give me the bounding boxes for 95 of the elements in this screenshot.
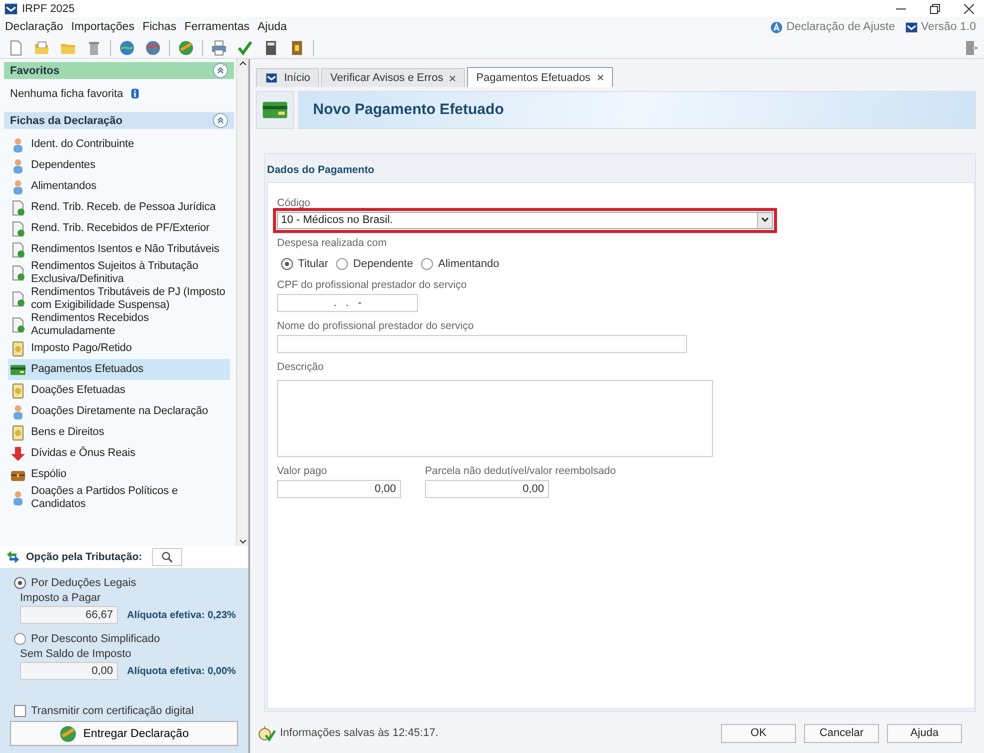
collapse-icon[interactable] [217,117,224,124]
cpf-field[interactable]: . . - [277,294,418,312]
tab[interactable]: Verificar Avisos e Erros [321,68,466,87]
sidebar-item[interactable]: Ident. do Contribuinte [8,134,230,155]
app-logo-icon [905,20,918,34]
document-icon [10,220,26,236]
search-button[interactable] [152,548,182,566]
radio-button[interactable] [336,258,348,270]
menu-item[interactable]: Fichas [140,21,182,33]
expense-option-label: Alimentando [438,258,500,270]
info-icon [129,88,142,100]
sidebar-item[interactable]: Rend. Trib. Recebidos de PF/Exterior [8,218,230,239]
page-title: Novo Pagamento Efetuado [298,91,976,129]
tab[interactable]: Início [256,68,320,87]
menu-item[interactable]: Ferramentas [182,21,256,33]
expense-option-label: Dependente [353,258,414,270]
tributacao-title: Opção pela Tributação: [26,551,142,563]
letter-a-badge-icon [770,20,784,34]
radio-button[interactable] [281,258,293,270]
coin-icon [10,382,26,398]
field-label: Valor pago [277,464,328,477]
digital-cert-checkbox[interactable]: Transmitir com certificação digital [0,699,248,719]
radio-button[interactable] [421,258,434,270]
name-field[interactable] [277,334,687,353]
coin-icon [10,424,26,440]
field-label: Nome do profissional prestador do serviço [277,320,475,332]
field-label: CPF do profissional prestador do serviço [277,278,468,291]
sidebar-item[interactable]: Rendimentos Sujeitos à Tributação Exclusiva/Definitiva [8,260,230,286]
result-label: Sem Saldo de Imposto [19,648,132,660]
document-icon [10,291,26,307]
close-icon[interactable] [596,74,604,81]
dialog-button[interactable]: Cancelar [804,724,879,743]
description-field[interactable] [277,380,713,457]
saved-check-icon [258,724,276,742]
sidebar-item[interactable]: Dívidas e Ônus Reais [8,443,230,464]
tax-option-label: Por Desconto Simplificado [31,632,160,644]
field-label: Despesa realizada com [277,236,388,249]
restore-icon[interactable] [930,4,940,14]
scroll-down-icon[interactable] [238,538,246,546]
document-icon [10,317,26,333]
expense-option-label: Titular [298,258,328,270]
chevron-down-icon [761,217,769,224]
menu-item[interactable]: Ajuda [256,21,293,33]
tax-option-label: Por Deduções Legais [31,576,136,588]
amount-field[interactable]: 0,00 [277,480,401,498]
menu-item[interactable]: Importações [69,21,140,33]
radio-button[interactable] [14,632,26,644]
sidebar-item[interactable]: Rendimentos Tributáveis de PJ (Imposto com Exigibilidade Suspensa) [8,286,230,312]
collapse-icon[interactable] [217,67,224,74]
sidebar-item[interactable]: Rendimentos Recebidos Acumuladamente [8,312,230,338]
document-icon [10,242,26,258]
field-label: Código [277,196,312,209]
swap-arrows-icon [6,550,20,564]
amount-field[interactable]: 0,00 [20,662,118,680]
status-message: Informações salvas às 12:45:17. [280,727,440,740]
sidebar-item[interactable]: Rend. Trib. Receb. de Pessoa Jurídica [8,197,230,218]
effective-rate-text: Alíquota efetiva: 0,23% [127,610,236,620]
radio-button[interactable] [14,576,26,588]
dialog-button[interactable]: OK [721,724,796,743]
scroll-up-icon[interactable] [238,59,246,67]
version-label: Versão 1.0 [905,20,976,34]
codigo-dropdown[interactable]: 10 - Médicos no Brasil. [277,212,773,229]
coin-icon [10,340,26,356]
sidebar-item[interactable]: Doações Efetuadas [8,380,230,401]
deliver-button[interactable]: Entregar Declaração [10,721,238,746]
amount-field[interactable]: 0,00 [425,480,549,498]
sidebar-item[interactable]: Doações a Partidos Políticos e Candidatos [8,485,230,511]
arrow-down-icon [10,446,26,462]
sidebar-item[interactable]: Bens e Direitos [8,422,230,443]
document-icon [10,265,26,281]
menu-item[interactable]: Declaração [3,21,70,33]
favorites-header[interactable]: Favoritos [10,64,60,76]
field-label: Descrição [277,360,325,373]
window-title: IRPF 2025 [22,2,76,14]
search-icon[interactable] [161,551,174,563]
result-label: Imposto a Pagar [19,592,102,604]
effective-rate-text: Alíquota efetiva: 0,00% [127,666,236,676]
document-icon [10,200,26,216]
sidebar-item[interactable]: Rendimentos Isentos e Não Tributáveis [8,239,230,260]
sidebar-item[interactable]: Pagamentos Efetuados [8,359,230,380]
sidebar-item[interactable]: Dependentes [8,155,230,176]
close-icon[interactable] [964,4,974,14]
close-icon[interactable] [449,74,456,82]
amount-field[interactable]: 66,67 [20,606,118,624]
dialog-button[interactable]: Ajuda [887,724,962,743]
sidebar-item[interactable]: Espólio [8,464,230,485]
section-title: Dados do Pagamento [266,162,376,178]
sidebar-item[interactable]: Alimentandos [8,176,230,197]
sidebar-item[interactable]: Doações Diretamente na Declaração [8,401,230,422]
sidebar-item[interactable]: Imposto Pago/Retido [8,338,230,359]
empty-favorites-text: Nenhuma ficha favorita [10,88,124,100]
app-logo-icon [265,72,278,84]
field-label: Parcela não dedutível/valor reembolsado [425,464,616,477]
tab[interactable]: Pagamentos Efetuados [467,67,613,87]
mode-label: Declaração de Ajuste [770,20,896,34]
